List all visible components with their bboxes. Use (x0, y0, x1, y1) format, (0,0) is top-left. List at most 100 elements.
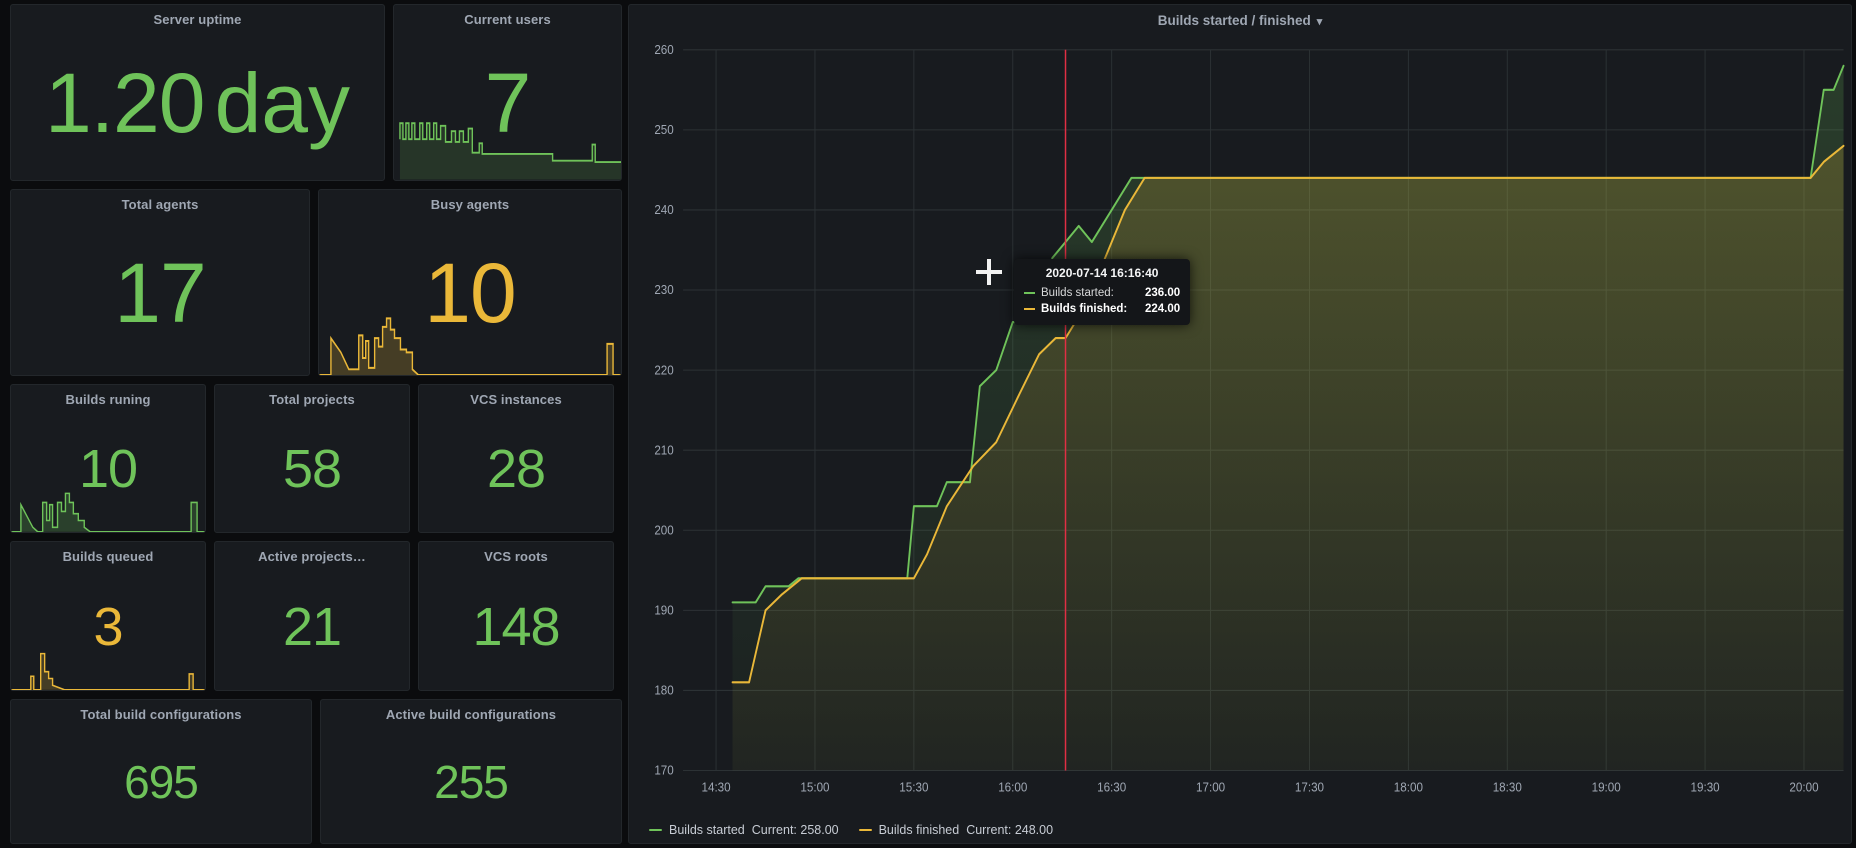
stat-value: 28 (486, 439, 546, 500)
stat-value: 1.20 (44, 56, 205, 151)
svg-text:16:30: 16:30 (1097, 780, 1126, 795)
stat-unit: day (214, 56, 350, 151)
stat-body: 10 (319, 212, 621, 375)
chevron-down-icon[interactable]: ▾ (1317, 15, 1323, 28)
panel-title: Current users (464, 12, 551, 27)
panel-title: Active projects… (258, 549, 366, 565)
stat-body: 58 (215, 407, 409, 532)
panel-vcs-instances[interactable]: VCS instances 28 (418, 383, 614, 534)
stat-row-4: Builds queued 3 Active projects… 21 VCS … (10, 541, 622, 691)
svg-text:19:00: 19:00 (1592, 780, 1621, 795)
panel-vcs-roots[interactable]: VCS roots 148 (418, 541, 614, 691)
panel-title: Total projects (269, 391, 355, 407)
svg-text:170: 170 (654, 763, 673, 778)
panel-total-build-configurations[interactable]: Total build configurations 695 (10, 698, 312, 844)
tooltip-series-value: 236.00 (1145, 287, 1181, 299)
tooltip-timestamp: 2020-07-14 16:16:40 (1045, 266, 1159, 280)
stat-value: 58 (282, 439, 342, 500)
svg-text:240: 240 (654, 203, 673, 218)
stat-body: 148 (419, 564, 613, 689)
panel-title: Total build configurations (80, 706, 242, 722)
stat-value: 17 (114, 246, 206, 341)
stat-row-1: Server uptime 1.20 day Current users 7 (10, 4, 622, 181)
stat-value: 148 (472, 596, 560, 657)
svg-text:220: 220 (654, 363, 673, 378)
stat-body: 3 (11, 564, 205, 689)
panel-builds-running[interactable]: Builds runing 10 (10, 383, 206, 534)
tooltip-row-started: Builds started: 236.00 (1024, 285, 1180, 301)
legend-item-builds-finished[interactable]: Builds finished Current: 248.00 (858, 823, 1054, 837)
svg-text:15:30: 15:30 (899, 780, 928, 795)
panel-title: Active build configurations (385, 706, 557, 722)
panel-server-uptime[interactable]: Server uptime 1.20 day (10, 4, 385, 181)
stat-row-3: Builds runing 10 Total projects 58 VCS i… (10, 383, 622, 534)
legend-series-current: Current: 248.00 (966, 823, 1054, 837)
svg-text:260: 260 (654, 42, 673, 57)
panel-total-agents[interactable]: Total agents 17 (10, 188, 310, 376)
svg-text:20:00: 20:00 (1789, 780, 1818, 795)
stat-body: 255 (321, 722, 621, 843)
graph-tooltip: 2020-07-14 16:16:40 Builds started: 236.… (1014, 259, 1191, 325)
legend-series-current: Current: 258.00 (751, 823, 839, 837)
graph-svg: 170 180 190 200 210 220 230 240 250 260 14:30 15:00… (654, 42, 1845, 795)
svg-text:250: 250 (654, 122, 673, 137)
legend-series-name: Builds finished (878, 823, 960, 837)
svg-text:19:30: 19:30 (1691, 780, 1720, 795)
svg-text:180: 180 (654, 683, 673, 698)
stat-value: 21 (282, 596, 342, 657)
stat-body: 17 (11, 212, 309, 375)
svg-text:190: 190 (654, 603, 673, 618)
panel-title: Total agents (121, 196, 199, 212)
panel-current-users[interactable]: Current users 7 (393, 4, 622, 181)
svg-text:17:30: 17:30 (1295, 780, 1324, 795)
stat-body: 695 (11, 722, 311, 843)
tooltip-series-value: 224.00 (1145, 303, 1181, 315)
panel-title: Builds queued (62, 549, 154, 565)
panel-total-projects[interactable]: Total projects 58 (214, 383, 410, 534)
tooltip-series-label: Builds started: (1041, 287, 1114, 299)
graph-legend: Builds started Current: 258.00 Builds fi… (629, 817, 1851, 843)
panel-title: VCS roots (484, 549, 548, 565)
stat-value: 10 (78, 439, 138, 500)
stat-value: 695 (124, 756, 199, 809)
svg-text:230: 230 (654, 283, 673, 298)
stat-body: 21 (215, 564, 409, 689)
stat-body: 10 (11, 407, 205, 532)
legend-item-builds-started[interactable]: Builds started Current: 258.00 (649, 823, 839, 837)
series-color-swatch (1024, 292, 1035, 294)
panel-busy-agents[interactable]: Busy agents 10 (318, 188, 622, 376)
panel-builds-queued[interactable]: Builds queued 3 (10, 541, 206, 691)
svg-text:18:00: 18:00 (1394, 780, 1423, 795)
series-color-swatch (649, 829, 662, 831)
panel-builds-started-finished[interactable]: Builds started / finished ▾ 170 180 190 200… (628, 4, 1852, 844)
stat-value: 255 (434, 756, 509, 809)
panel-active-build-configurations[interactable]: Active build configurations 255 (320, 698, 622, 844)
svg-text:200: 200 (654, 523, 673, 538)
stat-body: 7 (394, 27, 621, 180)
grafana-dashboard: Server uptime 1.20 day Current users 7 T… (0, 0, 1856, 848)
legend-series-name: Builds started (669, 823, 745, 837)
stat-row-5: Total build configurations 695 Active bu… (10, 698, 622, 844)
stat-value: 3 (93, 596, 123, 657)
svg-text:15:00: 15:00 (800, 780, 829, 795)
tooltip-series-label: Builds finished: (1041, 303, 1128, 315)
stat-body: 1.20 day (11, 27, 384, 180)
series-color-swatch (858, 829, 872, 831)
svg-text:210: 210 (654, 443, 673, 458)
graph-plot-area[interactable]: 170 180 190 200 210 220 230 240 250 260 14:30 15:00… (629, 35, 1851, 817)
panel-title: VCS instances (470, 391, 562, 407)
panel-title: Busy agents (430, 196, 510, 212)
panel-title: Server uptime (153, 12, 242, 27)
panel-title: Builds runing (65, 391, 151, 407)
svg-text:18:30: 18:30 (1493, 780, 1522, 795)
graph-panel-header[interactable]: Builds started / finished ▾ (629, 5, 1851, 35)
stat-panel-column: Server uptime 1.20 day Current users 7 T… (10, 4, 622, 844)
svg-text:14:30: 14:30 (702, 780, 731, 795)
stat-row-2: Total agents 17 Busy agents 10 (10, 188, 622, 376)
series-color-swatch (1024, 308, 1035, 310)
panel-active-projects[interactable]: Active projects… 21 (214, 541, 410, 691)
svg-text:17:00: 17:00 (1196, 780, 1225, 795)
stat-value: 10 (424, 246, 516, 341)
svg-text:16:00: 16:00 (998, 780, 1027, 795)
tooltip-row-finished: Builds finished: 224.00 (1024, 301, 1180, 317)
